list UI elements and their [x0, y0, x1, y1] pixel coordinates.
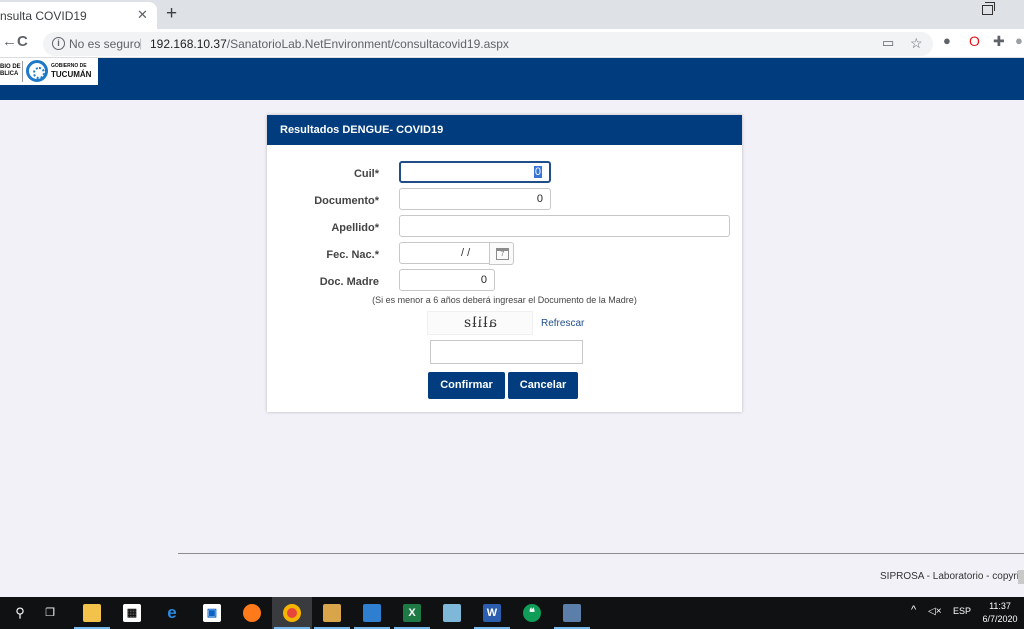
hangouts-icon: ❝: [523, 604, 541, 622]
browser-tab[interactable]: nsulta COVID19 ✕: [0, 2, 157, 29]
footer-divider: [178, 553, 1024, 554]
fecnac-value: / /: [461, 247, 471, 259]
panel-title: Resultados DENGUE- COVID19: [267, 115, 742, 145]
cuil-label: Cuil*: [353, 168, 379, 180]
cancel-button[interactable]: Cancelar: [508, 372, 578, 399]
logo-line2: TUCUMÁN: [51, 70, 92, 79]
taskbar: ⚲ ❐ ▦ e ▣ X W ❝ ^ ◁× ESP 11:37 6/7/2020: [0, 597, 1024, 629]
task-view-icon: ❐: [45, 607, 55, 619]
address-bar[interactable]: i No es seguro | 192.168.10.37/Sanatorio…: [43, 32, 933, 56]
window-restore-button[interactable]: [982, 2, 995, 15]
documento-label: Documento*: [314, 195, 379, 207]
docmadre-hint: (Si es menor a 6 años deberá ingresar el…: [372, 295, 637, 305]
firefox-icon: [243, 604, 261, 622]
taskbar-firefox[interactable]: [232, 597, 272, 629]
star-icon[interactable]: ☆: [910, 35, 923, 52]
task-view-button[interactable]: ❐: [30, 597, 70, 629]
logo-line1: GOBIERNO DE: [51, 63, 87, 69]
cast-icon[interactable]: ▭: [882, 35, 894, 51]
tray-chevron-icon[interactable]: ^: [911, 604, 916, 616]
logo-divider: [22, 61, 23, 82]
taskbar-app-3[interactable]: [432, 597, 472, 629]
taskbar-excel[interactable]: X: [392, 597, 432, 629]
scrollbar-thumb[interactable]: [1018, 570, 1024, 584]
taskbar-hangouts[interactable]: ❝: [512, 597, 552, 629]
confirm-button[interactable]: Confirmar: [428, 372, 505, 399]
fecnac-input[interactable]: [399, 242, 490, 264]
profile-icon[interactable]: ●: [1015, 33, 1023, 48]
taskbar-explorer[interactable]: [72, 597, 112, 629]
opera-icon[interactable]: O: [969, 33, 980, 49]
network-app-icon: [563, 604, 581, 622]
fecnac-label: Fec. Nac.*: [326, 249, 379, 261]
url-host: 192.168.10.37: [150, 37, 227, 51]
url-divider: |: [139, 36, 143, 50]
calendar-icon: 7: [496, 248, 509, 260]
search-icon: ⚲: [15, 605, 25, 620]
documento-input[interactable]: [399, 188, 551, 210]
notepad-icon: [443, 604, 461, 622]
footer-copyright: SIPROSA - Laboratorio - copyrigh: [880, 571, 1024, 582]
site-header: BIO DE BLICA GOBIERNO DE TUCUMÁN: [0, 58, 1024, 100]
volume-muted-icon[interactable]: ◁×: [928, 606, 942, 617]
extension-bubble-icon[interactable]: ●: [943, 33, 951, 48]
tucuman-emblem-icon: [26, 60, 48, 82]
puzzle-icon[interactable]: ✚: [993, 33, 1005, 50]
tab-strip: nsulta COVID19 ✕ +: [0, 0, 1024, 29]
taskbar-word[interactable]: W: [472, 597, 512, 629]
apellido-label: Apellido*: [331, 222, 379, 234]
remote-desktop-icon: [363, 604, 381, 622]
store-icon: ▣: [203, 604, 221, 622]
refresh-captcha-link[interactable]: Refrescar: [541, 318, 584, 329]
folder-icon: [83, 604, 101, 622]
government-logo: BIO DE BLICA GOBIERNO DE TUCUMÁN: [0, 58, 98, 85]
taskbar-app-4[interactable]: [552, 597, 592, 629]
captcha-image: aƚiƚƨ: [427, 311, 533, 335]
close-icon[interactable]: ✕: [137, 7, 148, 23]
clock[interactable]: 11:37 6/7/2020: [976, 600, 1024, 626]
url-text[interactable]: 192.168.10.37/SanatorioLab.NetEnvironmen…: [150, 37, 509, 51]
new-tab-button[interactable]: +: [166, 3, 177, 25]
language-indicator[interactable]: ESP: [953, 606, 971, 616]
back-arrow-icon[interactable]: ←: [2, 33, 17, 50]
captcha-input[interactable]: [430, 340, 583, 364]
docmadre-input[interactable]: [399, 269, 495, 291]
browser-toolbar: ← C i No es seguro | 192.168.10.37/Sanat…: [0, 29, 1024, 58]
tab-title: nsulta COVID19: [0, 9, 87, 23]
clock-time: 11:37: [989, 601, 1011, 611]
logo-left-text: BIO DE BLICA: [0, 64, 21, 77]
apellido-input[interactable]: [399, 215, 730, 237]
security-status[interactable]: No es seguro: [69, 37, 140, 51]
cuil-value: 0: [533, 166, 542, 178]
taskbar-chrome[interactable]: [272, 597, 312, 629]
taskbar-app-2[interactable]: [352, 597, 392, 629]
reload-icon[interactable]: C: [17, 33, 28, 50]
taskbar-edge[interactable]: e: [152, 597, 192, 629]
excel-icon: X: [403, 604, 421, 622]
url-path: /SanatorioLab.NetEnvironment/consultacov…: [226, 37, 509, 51]
edge-icon: e: [167, 603, 177, 622]
word-icon: W: [483, 604, 501, 622]
app-icon: [323, 604, 341, 622]
docmadre-label: Doc. Madre: [319, 276, 379, 288]
taskbar-app-1[interactable]: [312, 597, 352, 629]
taskbar-calculator[interactable]: ▦: [112, 597, 152, 629]
cuil-input[interactable]: 0: [399, 161, 551, 183]
calculator-icon: ▦: [123, 604, 141, 622]
info-icon[interactable]: i: [52, 37, 65, 50]
clock-date: 6/7/2020: [982, 614, 1018, 624]
taskbar-store[interactable]: ▣: [192, 597, 232, 629]
chrome-icon: [283, 604, 301, 622]
calendar-button[interactable]: 7: [489, 242, 514, 265]
